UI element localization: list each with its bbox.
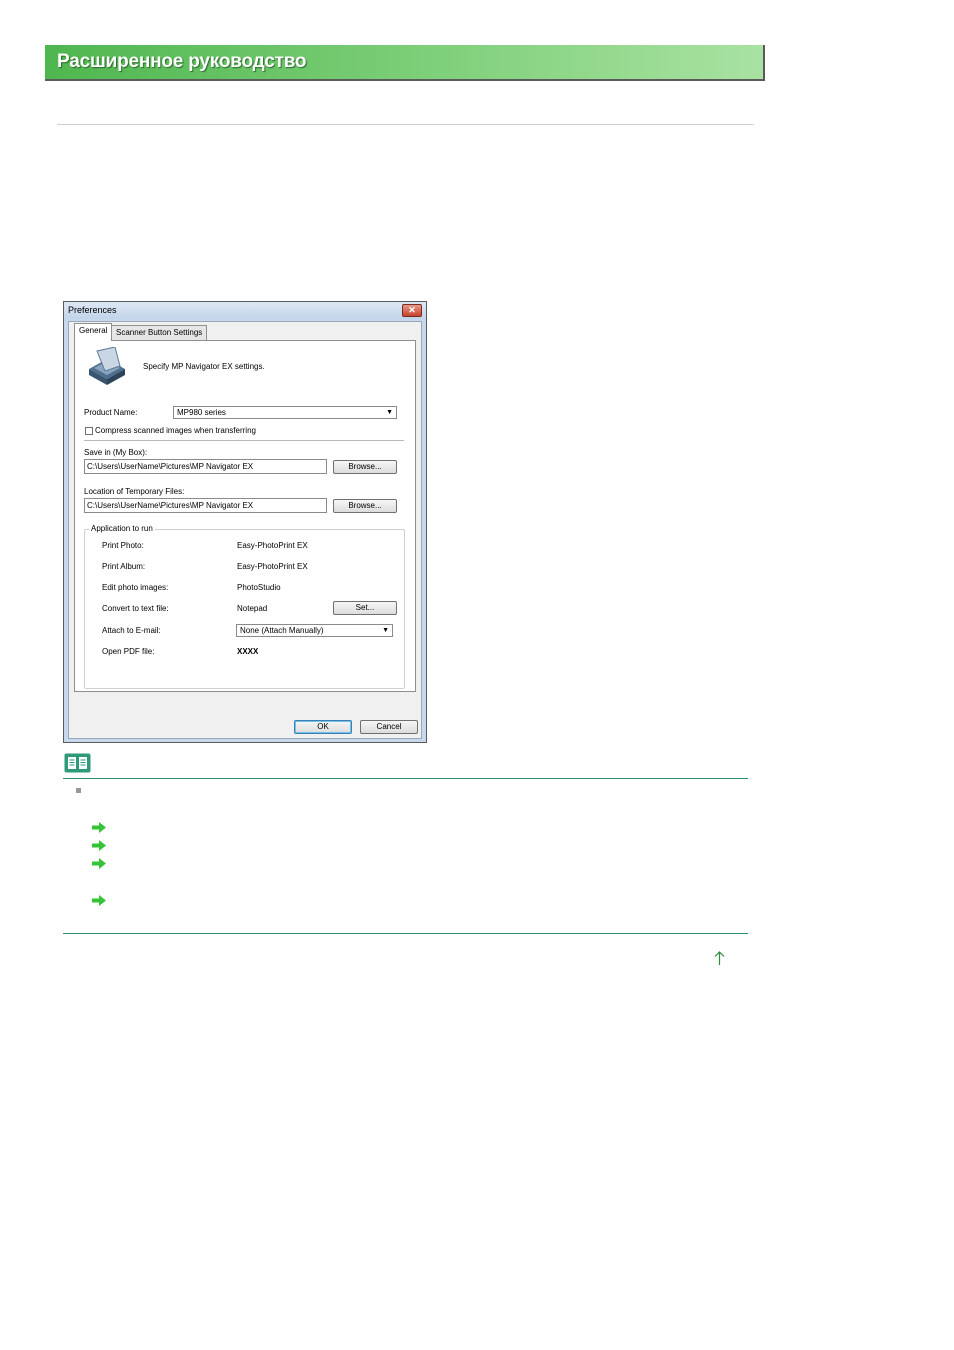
product-name-label: Product Name: bbox=[84, 408, 138, 417]
dialog-titlebar: Preferences ✕ bbox=[64, 302, 426, 319]
convert-text-label: Convert to text file: bbox=[102, 604, 169, 613]
edit-photo-value: PhotoStudio bbox=[237, 583, 281, 592]
dialog-body: General Scanner Button Settings Specify … bbox=[68, 321, 422, 739]
product-name-value: MP980 series bbox=[177, 408, 226, 417]
attach-email-label: Attach to E-mail: bbox=[102, 626, 161, 635]
scanner-icon bbox=[89, 347, 125, 385]
edit-photo-label: Edit photo images: bbox=[102, 583, 169, 592]
up-arrow-icon[interactable] bbox=[713, 951, 726, 966]
attach-email-select[interactable]: None (Attach Manually) ▼ bbox=[236, 624, 393, 637]
chevron-down-icon: ▼ bbox=[386, 409, 393, 416]
bullet-icon bbox=[76, 788, 81, 793]
tab-scanner-button-settings[interactable]: Scanner Button Settings bbox=[111, 325, 208, 340]
green-arrow-icon[interactable] bbox=[92, 840, 106, 851]
set-button[interactable]: Set... bbox=[333, 601, 397, 615]
temp-files-label: Location of Temporary Files: bbox=[84, 487, 185, 496]
attach-email-value: None (Attach Manually) bbox=[240, 626, 324, 635]
save-in-field[interactable]: C:\Users\UserName\Pictures\MP Navigator … bbox=[84, 459, 327, 474]
browse-save-button[interactable]: Browse... bbox=[333, 460, 397, 474]
temp-files-field[interactable]: C:\Users\UserName\Pictures\MP Navigator … bbox=[84, 498, 327, 513]
dialog-title: Preferences bbox=[68, 305, 117, 315]
application-to-run-group: Application to run Print Photo: Easy-Pho… bbox=[84, 524, 405, 689]
page-title: Расширенное руководство bbox=[57, 51, 307, 72]
print-photo-label: Print Photo: bbox=[102, 541, 144, 550]
top-divider bbox=[57, 124, 754, 125]
preferences-dialog: Preferences ✕ General Scanner Button Set… bbox=[63, 301, 427, 743]
dialog-description: Specify MP Navigator EX settings. bbox=[143, 362, 265, 371]
green-arrow-icon[interactable] bbox=[92, 858, 106, 869]
separator bbox=[84, 440, 404, 441]
cancel-button[interactable]: Cancel bbox=[360, 720, 418, 734]
open-pdf-value: XXXX bbox=[237, 647, 259, 656]
general-tab-panel: Specify MP Navigator EX settings. Produc… bbox=[74, 340, 416, 692]
ok-button[interactable]: OK bbox=[294, 720, 352, 734]
chevron-down-icon: ▼ bbox=[382, 627, 389, 634]
book-icon bbox=[64, 753, 91, 773]
print-album-value: Easy-PhotoPrint EX bbox=[237, 562, 308, 571]
green-arrow-icon[interactable] bbox=[92, 822, 106, 833]
convert-text-value: Notepad bbox=[237, 604, 268, 613]
print-album-label: Print Album: bbox=[102, 562, 146, 571]
compress-label: Compress scanned images when transferrin… bbox=[95, 426, 256, 435]
close-button[interactable]: ✕ bbox=[402, 304, 422, 317]
bottom-divider bbox=[63, 933, 748, 934]
green-arrow-icon[interactable] bbox=[92, 895, 106, 906]
print-photo-value: Easy-PhotoPrint EX bbox=[237, 541, 308, 550]
group-label: Application to run bbox=[89, 524, 155, 533]
browse-temp-button[interactable]: Browse... bbox=[333, 499, 397, 513]
compress-checkbox[interactable] bbox=[85, 427, 93, 435]
open-pdf-label: Open PDF file: bbox=[102, 647, 155, 656]
header-banner: Расширенное руководство bbox=[45, 45, 765, 81]
note-divider bbox=[63, 778, 748, 779]
tab-general[interactable]: General bbox=[74, 323, 113, 341]
save-in-label: Save in (My Box): bbox=[84, 448, 148, 457]
product-name-select[interactable]: MP980 series ▼ bbox=[173, 406, 397, 419]
